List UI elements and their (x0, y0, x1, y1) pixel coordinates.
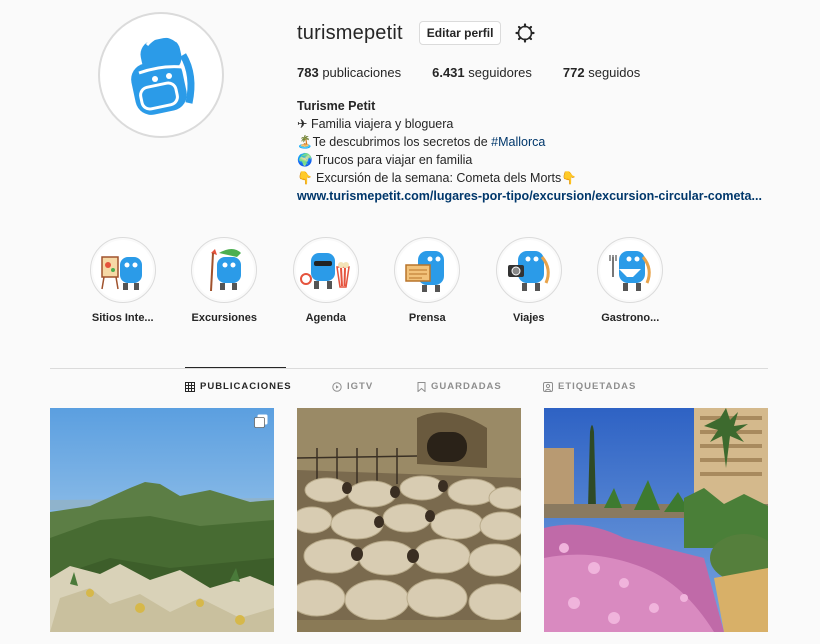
highlight-label: Excursiones (191, 312, 257, 324)
sheep-photo (297, 408, 521, 632)
highlight-item[interactable]: Sitios Inte... (72, 237, 174, 324)
highlight-item[interactable]: Agenda (275, 237, 377, 324)
backpack-mascot-icon (131, 34, 195, 115)
multiple-posts-icon (254, 414, 268, 428)
tab-etiquetadas[interactable]: ETIQUETADAS (543, 381, 636, 392)
park-flowers-photo (544, 408, 768, 632)
settings-gear-icon[interactable] (515, 23, 536, 43)
tab-label: GUARDADAS (431, 381, 502, 392)
mascot-food-icon (609, 251, 651, 291)
tab-label: PUBLICACIONES (200, 381, 292, 392)
profile-header: turismepetit Editar perfil 783 publicaci… (297, 20, 800, 205)
highlight-label: Sitios Inte... (91, 312, 154, 324)
profile-avatar[interactable] (98, 12, 224, 138)
highlight-label: Gastrono... (601, 312, 660, 324)
tagged-icon (543, 381, 553, 392)
bio-website-link[interactable]: www.turismepetit.com/lugares-por-tipo/ex… (297, 189, 762, 203)
profile-username: turismepetit (297, 21, 403, 44)
mascot-newspaper-icon (405, 251, 445, 292)
mascot-camera-icon (507, 251, 550, 291)
post-thumbnail[interactable] (544, 408, 768, 632)
tab-label: IGTV (347, 381, 374, 392)
profile-full-name: Turisme Petit (297, 99, 376, 113)
post-thumbnail[interactable] (297, 408, 521, 632)
highlight-label: Agenda (305, 312, 346, 324)
tab-label: ETIQUETADAS (558, 381, 637, 392)
highlight-item[interactable]: Excursiones (174, 237, 276, 324)
edit-profile-button[interactable]: Editar perfil (418, 21, 502, 45)
followers-stat[interactable]: 6.431 seguidores (432, 65, 532, 80)
highlight-label: Viajes (512, 312, 545, 324)
bio-line: ✈ Familia viajera y bloguera (297, 117, 454, 131)
active-tab-indicator (185, 367, 286, 368)
bio-line: 🌍 Trucos para viajar en familia (297, 153, 473, 167)
mountain-photo (50, 408, 274, 632)
igtv-icon (332, 381, 342, 392)
highlight-item[interactable]: Viajes (478, 237, 580, 324)
highlight-item[interactable]: Gastrono... (580, 237, 682, 324)
mascot-painter-icon (101, 256, 142, 290)
tabs-divider (50, 368, 768, 369)
bio-line: 🏝️Te descubrimos los secretos de #Mallor… (297, 135, 546, 149)
mascot-hiker-icon (210, 249, 242, 292)
profile-bio: Turisme Petit ✈ Familia viajera y blogue… (297, 97, 800, 205)
post-thumbnail[interactable] (50, 408, 274, 632)
posts-grid (50, 408, 768, 632)
tab-igtv[interactable]: IGTV (332, 381, 373, 392)
highlight-label: Prensa (408, 312, 446, 324)
grid-icon (185, 381, 195, 392)
bookmark-icon (417, 381, 426, 392)
hashtag-link[interactable]: #Mallorca (491, 135, 545, 149)
following-stat[interactable]: 772 seguidos (563, 65, 640, 80)
tab-publicaciones[interactable]: PUBLICACIONES (185, 381, 292, 392)
highlight-item[interactable]: Prensa (377, 237, 479, 324)
mascot-cinema-icon (299, 253, 350, 289)
tab-guardadas[interactable]: GUARDADAS (417, 381, 502, 392)
posts-stat: 783 publicaciones (297, 65, 402, 80)
profile-stats: 783 publicaciones 6.431 seguidores 772 s… (297, 65, 800, 80)
profile-tabs: PUBLICACIONES IGTV GUARDADAS ETIQUETADAS (0, 381, 820, 395)
story-highlights: Sitios Inte... Excursiones Agenda Prensa… (72, 237, 681, 324)
bio-line: 👇 Excursión de la semana: Cometa dels Mo… (297, 171, 577, 185)
